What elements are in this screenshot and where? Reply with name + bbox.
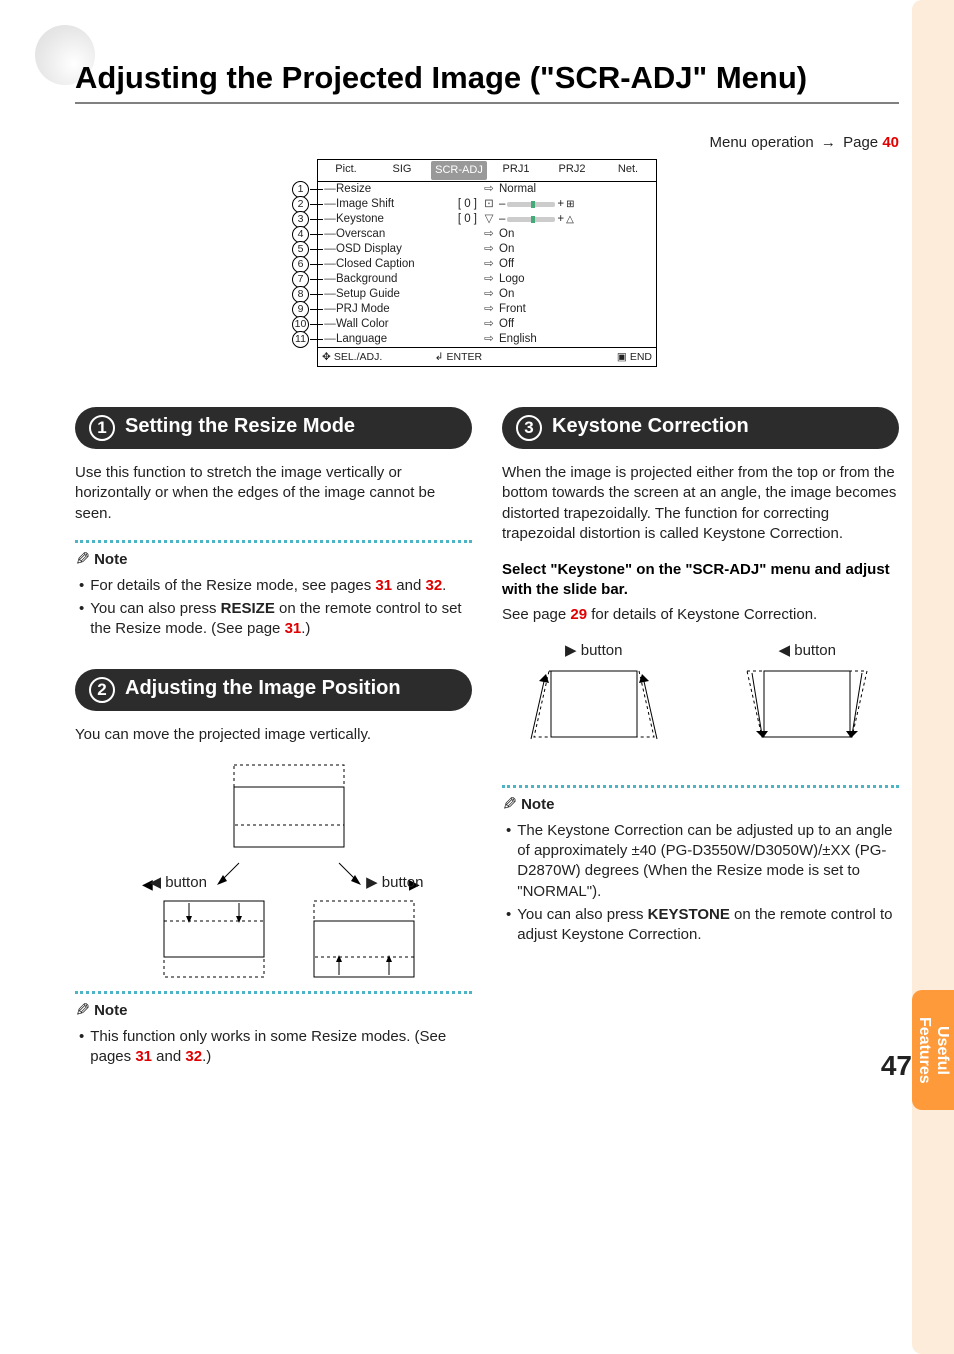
section-2-body: You can move the projected image vertica… — [75, 725, 472, 745]
section-3-body: When the image is projected either from … — [502, 463, 899, 544]
osd-tab: SIG — [374, 160, 430, 181]
note-item: • You can also press RESIZE on the remot… — [79, 599, 472, 640]
section-heading-3: 3 Keystone Correction — [502, 407, 899, 449]
osd-tab: SCR-ADJ — [431, 161, 487, 180]
note-heading: ✎Note — [75, 549, 472, 570]
osd-row: 1—Resize⇨Normal — [318, 182, 656, 197]
osd-row: 2—Image Shift[ 0 ]⊡–+⊞ — [318, 197, 656, 212]
osd-row: 3—Keystone[ 0 ]▽–+△ — [318, 212, 656, 227]
note-item: • This function only works in some Resiz… — [79, 1027, 472, 1068]
osd-row: 9—PRJ Mode⇨Front — [318, 302, 656, 317]
osd-row: 6—Closed Caption⇨Off — [318, 257, 656, 272]
osd-menu-diagram: Pict.SIGSCR-ADJPRJ1PRJ2Net. 1—Resize⇨Nor… — [317, 159, 657, 367]
image-shift-diagram: ◀ ▶ ◀ button ▶ button — [75, 761, 472, 891]
section-heading-2: 2 Adjusting the Image Position — [75, 669, 472, 711]
section-1-body: Use this function to stretch the image v… — [75, 463, 472, 524]
osd-row: 10—Wall Color⇨Off — [318, 317, 656, 332]
note-item: • The Keystone Correction can be adjuste… — [506, 821, 899, 902]
note-heading: ✎Note — [502, 794, 899, 815]
section-heading-1: 1 Setting the Resize Mode — [75, 407, 472, 449]
keystone-ref: See page 29 for details of Keystone Corr… — [502, 605, 899, 625]
osd-row: 7—Background⇨Logo — [318, 272, 656, 287]
keystone-diagram: ▶ button ◀ button — [502, 641, 899, 763]
osd-tab: PRJ1 — [488, 160, 544, 181]
note-item: • You can also press KEYSTONE on the rem… — [506, 905, 899, 946]
osd-row: 8—Setup Guide⇨On — [318, 287, 656, 302]
osd-row: 4—Overscan⇨On — [318, 227, 656, 242]
note-heading: ✎Note — [75, 1000, 472, 1021]
osd-row: 5—OSD Display⇨On — [318, 242, 656, 257]
osd-tab: Net. — [600, 160, 656, 181]
osd-tab: Pict. — [318, 160, 374, 181]
menu-operation-ref: Menu operation → Page 40 — [75, 134, 899, 151]
page-title: Adjusting the Projected Image ("SCR-ADJ"… — [75, 60, 899, 104]
osd-row: 11—Language⇨English — [318, 332, 656, 347]
note-item: • For details of the Resize mode, see pa… — [79, 576, 472, 596]
osd-tab: PRJ2 — [544, 160, 600, 181]
